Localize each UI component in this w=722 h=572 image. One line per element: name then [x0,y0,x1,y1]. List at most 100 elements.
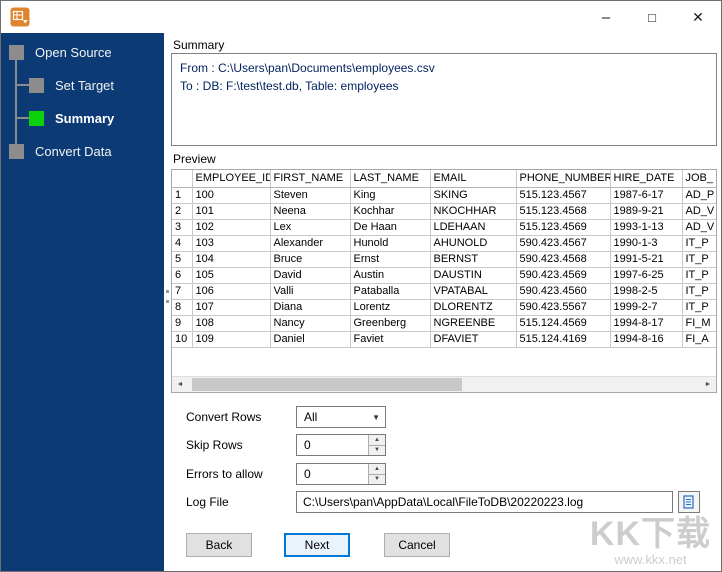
convert-rows-select[interactable]: All ▼ [296,406,386,428]
row-number-cell[interactable]: 2 [172,203,193,220]
spin-up-icon[interactable]: ▲ [369,435,385,445]
table-cell[interactable]: 590.423.4568 [516,251,611,268]
table-cell[interactable]: Valli [270,283,351,300]
table-cell[interactable]: IT_P [682,299,716,316]
row-number-cell[interactable]: 1 [172,187,193,204]
table-cell[interactable]: Daniel [270,331,351,348]
sidebar-item-open-source[interactable]: Open Source [9,45,112,60]
table-cell[interactable]: 106 [192,283,271,300]
table-cell[interactable]: 109 [192,331,271,348]
table-cell[interactable]: NGREENBE [430,315,517,332]
sidebar-item-convert-data[interactable]: Convert Data [9,144,112,159]
table-cell[interactable]: Diana [270,299,351,316]
table-cell[interactable]: IT_P [682,251,716,268]
table-cell[interactable]: 590.423.4569 [516,267,611,284]
splitter-handle[interactable] [164,281,170,311]
view-log-button[interactable] [678,491,700,513]
table-cell[interactable]: FI_A [682,331,716,348]
table-cell[interactable]: DAUSTIN [430,267,517,284]
table-cell[interactable]: DFAVIET [430,331,517,348]
sidebar-item-set-target[interactable]: Set Target [29,78,114,93]
table-cell[interactable]: Pataballa [350,283,431,300]
column-header[interactable]: FIRST_NAME [270,170,351,188]
table-cell[interactable]: FI_M [682,315,716,332]
table-cell[interactable]: 1989-9-21 [610,203,683,220]
table-cell[interactable]: IT_P [682,267,716,284]
skip-rows-stepper[interactable]: 0 ▲ ▼ [296,434,386,456]
table-cell[interactable]: 1990-1-3 [610,235,683,252]
table-cell[interactable]: 590.423.5567 [516,299,611,316]
minimize-button[interactable]: – [583,1,629,33]
table-cell[interactable]: LDEHAAN [430,219,517,236]
table-cell[interactable]: Austin [350,267,431,284]
table-cell[interactable]: 515.123.4567 [516,187,611,204]
table-cell[interactable]: AHUNOLD [430,235,517,252]
row-number-cell[interactable]: 7 [172,283,193,300]
cancel-button[interactable]: Cancel [384,533,450,557]
table-cell[interactable]: Lorentz [350,299,431,316]
row-number-cell[interactable]: 5 [172,251,193,268]
table-cell[interactable]: 101 [192,203,271,220]
table-cell[interactable]: 1999-2-7 [610,299,683,316]
table-cell[interactable]: 515.123.4569 [516,219,611,236]
row-number-cell[interactable]: 10 [172,331,193,348]
table-cell[interactable]: VPATABAL [430,283,517,300]
table-cell[interactable]: NKOCHHAR [430,203,517,220]
column-header[interactable]: JOB_ [682,170,716,188]
table-cell[interactable]: Kochhar [350,203,431,220]
table-cell[interactable]: 103 [192,235,271,252]
table-cell[interactable]: 1991-5-21 [610,251,683,268]
table-cell[interactable]: David [270,267,351,284]
table-cell[interactable]: Alexander [270,235,351,252]
table-cell[interactable]: 1993-1-13 [610,219,683,236]
table-cell[interactable]: 1998-2-5 [610,283,683,300]
table-cell[interactable]: De Haan [350,219,431,236]
table-cell[interactable]: Nancy [270,315,351,332]
table-cell[interactable]: 515.124.4169 [516,331,611,348]
table-cell[interactable]: Bruce [270,251,351,268]
table-cell[interactable]: Faviet [350,331,431,348]
table-cell[interactable]: DLORENTZ [430,299,517,316]
sidebar-item-summary[interactable]: Summary [29,111,114,126]
spin-down-icon[interactable]: ▼ [369,444,385,455]
table-cell[interactable]: BERNST [430,251,517,268]
table-cell[interactable]: 105 [192,267,271,284]
table-cell[interactable]: Lex [270,219,351,236]
scrollbar-track[interactable] [188,377,700,392]
table-cell[interactable]: 1987-6-17 [610,187,683,204]
horizontal-scrollbar[interactable]: ◄ ► [172,376,716,392]
table-cell[interactable]: 1994-8-17 [610,315,683,332]
table-cell[interactable]: 108 [192,315,271,332]
next-button[interactable]: Next [284,533,350,557]
table-cell[interactable]: 1997-6-25 [610,267,683,284]
table-cell[interactable]: 1994-8-16 [610,331,683,348]
table-cell[interactable]: 107 [192,299,271,316]
column-header[interactable]: LAST_NAME [350,170,431,188]
table-cell[interactable]: King [350,187,431,204]
table-cell[interactable]: SKING [430,187,517,204]
table-cell[interactable]: IT_P [682,283,716,300]
table-cell[interactable]: 102 [192,219,271,236]
row-number-cell[interactable]: 6 [172,267,193,284]
table-cell[interactable]: 590.423.4567 [516,235,611,252]
table-cell[interactable]: Ernst [350,251,431,268]
table-cell[interactable]: AD_P [682,187,716,204]
row-number-cell[interactable]: 4 [172,235,193,252]
table-cell[interactable]: 515.124.4569 [516,315,611,332]
row-number-cell[interactable]: 9 [172,315,193,332]
table-cell[interactable]: AD_V [682,203,716,220]
table-cell[interactable]: Neena [270,203,351,220]
column-header[interactable]: EMPLOYEE_ID [192,170,271,188]
table-cell[interactable]: 104 [192,251,271,268]
row-number-cell[interactable]: 3 [172,219,193,236]
table-cell[interactable]: Hunold [350,235,431,252]
back-button[interactable]: Back [186,533,252,557]
table-cell[interactable]: 590.423.4560 [516,283,611,300]
column-header[interactable]: PHONE_NUMBER [516,170,611,188]
errors-to-allow-stepper[interactable]: 0 ▲ ▼ [296,463,386,485]
table-cell[interactable]: Greenberg [350,315,431,332]
column-header[interactable]: HIRE_DATE [610,170,683,188]
scrollbar-thumb[interactable] [192,378,462,391]
column-header[interactable]: EMAIL [430,170,517,188]
maximize-button[interactable]: □ [629,1,675,33]
